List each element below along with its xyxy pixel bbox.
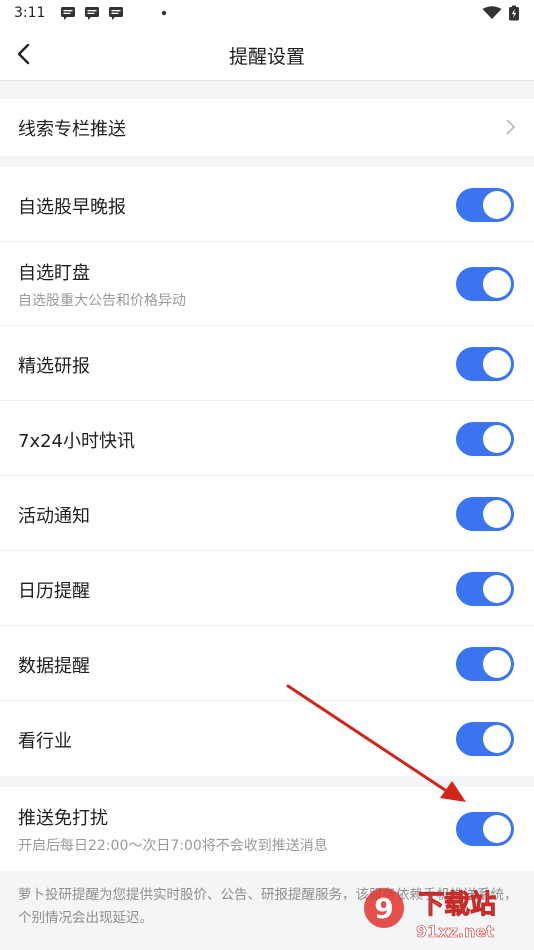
switch-knob [483, 191, 511, 219]
toggle-label: 数据提醒 [18, 656, 90, 677]
switch-knob [483, 575, 511, 603]
battery-icon [509, 5, 519, 21]
toggle-label: 精选研报 [18, 356, 90, 377]
switch-knob [483, 650, 511, 678]
switch-knob [483, 270, 511, 298]
toggle-label: 自选盯盘 [18, 263, 90, 284]
site-watermark: 9 下载站 91xz.net [354, 880, 534, 950]
notification-toggles-section: 自选股早晚报 自选盯盘 自选股重大公告和价格异动 精选研报 7x24小时快讯 活… [0, 167, 534, 776]
activity-notice-switch[interactable] [456, 497, 514, 531]
toggle-row-news-flash: 7x24小时快讯 [0, 401, 534, 476]
wifi-icon [482, 6, 502, 19]
clue-push-row[interactable]: 线索专栏推送 [0, 99, 534, 156]
toggle-label: 推送免打扰 [18, 808, 108, 829]
svg-text:9: 9 [374, 892, 393, 925]
watermark-logo-icon: 9 [364, 888, 404, 928]
dot-icon [161, 10, 167, 16]
navigation-bar: 提醒设置 [0, 28, 534, 81]
toggle-row-calendar-reminder: 日历提醒 [0, 551, 534, 626]
news-flash-switch[interactable] [456, 422, 514, 456]
toggle-description: 开启后每日22:00～次日7:00将不会收到推送消息 [18, 838, 328, 854]
toggle-label: 活动通知 [18, 506, 90, 527]
status-time: 3:11 [14, 5, 46, 21]
toggle-description: 自选股重大公告和价格异动 [18, 293, 186, 309]
switch-knob [483, 425, 511, 453]
industry-switch[interactable] [456, 722, 514, 756]
chevron-right-icon [506, 119, 516, 135]
do-not-disturb-switch[interactable] [456, 812, 514, 846]
watermark-domain: 91xz.net [416, 922, 494, 942]
toggle-row-watchlist-monitor: 自选盯盘 自选股重大公告和价格异动 [0, 242, 534, 326]
watchlist-monitor-switch[interactable] [456, 267, 514, 301]
toggle-label: 看行业 [18, 731, 72, 752]
toggle-row-morning-evening-report: 自选股早晚报 [0, 167, 534, 242]
switch-knob [483, 815, 511, 843]
toggle-row-do-not-disturb: 推送免打扰 开启后每日22:00～次日7:00将不会收到推送消息 [0, 787, 534, 871]
page-title: 提醒设置 [228, 46, 305, 68]
data-reminder-switch[interactable] [456, 647, 514, 681]
message-icon [109, 7, 123, 20]
selected-research-switch[interactable] [456, 347, 514, 381]
message-icon [85, 7, 99, 20]
morning-evening-report-switch[interactable] [456, 188, 514, 222]
watermark-title: 下载站 [417, 890, 497, 921]
message-icon [61, 7, 75, 20]
switch-knob [483, 725, 511, 753]
clue-section: 线索专栏推送 [0, 99, 534, 156]
toggle-row-industry: 看行业 [0, 701, 534, 776]
status-bar: 3:11 [0, 0, 534, 28]
clue-push-label: 线索专栏推送 [18, 119, 126, 140]
toggle-label: 日历提醒 [18, 581, 90, 602]
switch-knob [483, 350, 511, 378]
calendar-reminder-switch[interactable] [456, 572, 514, 606]
toggle-row-selected-research: 精选研报 [0, 326, 534, 401]
toggle-row-activity-notice: 活动通知 [0, 476, 534, 551]
toggle-row-data-reminder: 数据提醒 [0, 626, 534, 701]
do-not-disturb-section: 推送免打扰 开启后每日22:00～次日7:00将不会收到推送消息 [0, 787, 534, 871]
switch-knob [483, 500, 511, 528]
toggle-label: 7x24小时快讯 [18, 431, 136, 452]
toggle-label: 自选股早晚报 [18, 197, 126, 218]
